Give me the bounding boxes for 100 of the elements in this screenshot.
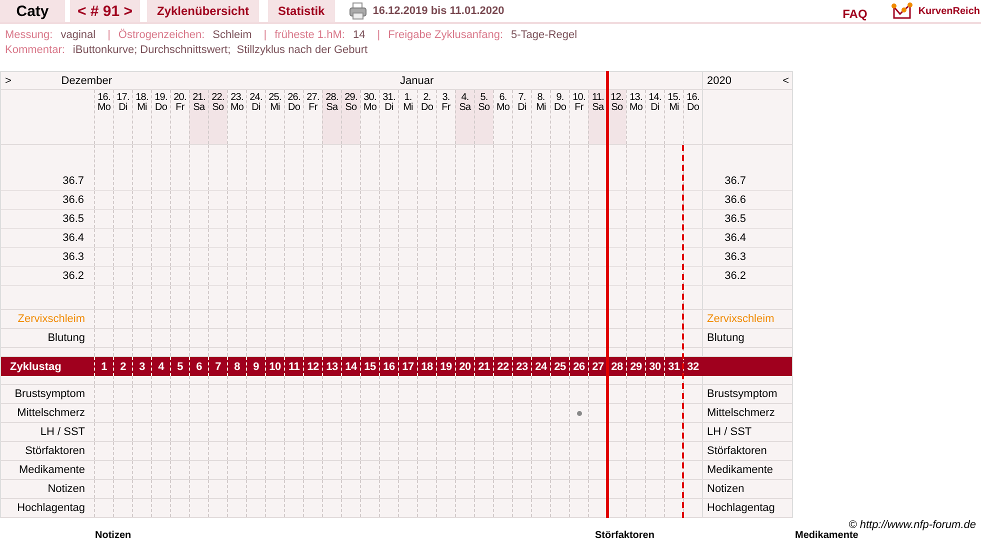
day-header-cell: 15. Mi bbox=[664, 90, 683, 144]
row-label: Medikamente bbox=[707, 464, 774, 476]
row-label: Brustsymptom bbox=[14, 388, 85, 400]
row-label: Mittelschmerz bbox=[17, 407, 85, 419]
separator: | bbox=[377, 28, 380, 43]
cycle-day-number: 28 bbox=[611, 360, 623, 372]
field-label: Östrogenzeichen: bbox=[118, 28, 205, 43]
cycle-day-number: 27 bbox=[592, 360, 604, 372]
month-label: Dezember bbox=[61, 75, 113, 87]
day-header-cell: 5. So bbox=[474, 90, 493, 144]
field-label: früheste 1.hM: bbox=[274, 28, 345, 43]
temperature-label: 36.5 bbox=[724, 213, 746, 225]
row-label: Blutung bbox=[707, 332, 744, 344]
day-header-cell: 25. Mi bbox=[265, 90, 284, 144]
row-label: Störfaktoren bbox=[25, 445, 85, 457]
cycle-day-number: 14 bbox=[345, 360, 357, 372]
cycle-day-number: 31 bbox=[668, 360, 680, 372]
cycle-day-number: 11 bbox=[288, 360, 300, 372]
cycle-day-number: 26 bbox=[573, 360, 585, 372]
cycle-day-number: 8 bbox=[234, 360, 240, 372]
cycle-day-number: 30 bbox=[649, 360, 661, 372]
cycle-day-number: 12 bbox=[307, 360, 319, 372]
separator: | bbox=[108, 28, 110, 43]
field-value: 14 bbox=[352, 28, 366, 43]
cycle-day-number: 25 bbox=[554, 360, 566, 372]
field-value: Schleim bbox=[212, 28, 252, 43]
day-header-cell: 17. Di bbox=[113, 90, 132, 144]
field-label: Freigabe Zyklusanfang: bbox=[388, 28, 504, 43]
temperature-label: 36.2 bbox=[724, 270, 746, 282]
cycle-day-number: 24 bbox=[535, 360, 547, 372]
field-label: Kommentar: bbox=[5, 43, 65, 58]
row-label: Zervixschleim bbox=[18, 313, 85, 325]
cycle-day-number: 4 bbox=[158, 360, 164, 372]
row-label: Zervixschleim bbox=[707, 313, 774, 325]
temperature-label: 36.6 bbox=[724, 194, 746, 206]
cycle-day-number: 2 bbox=[120, 360, 126, 372]
day-header-cell: 9. Do bbox=[550, 90, 569, 144]
next-arrow[interactable]: < bbox=[782, 75, 789, 87]
cycle-day-number: 10 bbox=[269, 360, 281, 372]
cycle-day-number: 13 bbox=[326, 360, 338, 372]
user-name: Caty bbox=[0, 0, 65, 22]
cycle-day-number: 29 bbox=[630, 360, 642, 372]
day-header-cell: 2. Do bbox=[417, 90, 436, 144]
faq-link[interactable]: FAQ bbox=[842, 7, 868, 21]
day-header-cell: 13. Mo bbox=[626, 90, 645, 144]
row-label: Blutung bbox=[48, 332, 85, 344]
row-label: Mittelschmerz bbox=[707, 407, 775, 419]
previous-arrow[interactable]: > bbox=[1, 75, 12, 87]
day-header-cell: 29. So bbox=[341, 90, 360, 144]
comment-text: iButtonkurve; Durchschnittswert; Stillzyklus nach der Geburt bbox=[72, 43, 368, 58]
cycle-day-label: Zyklustag bbox=[10, 360, 62, 372]
cycle-day-number: 22 bbox=[497, 360, 509, 372]
year-label: 2020 bbox=[707, 75, 732, 87]
cycle-day-number: 23 bbox=[516, 360, 528, 372]
cycle-day-number: 16 bbox=[383, 360, 395, 372]
row-label: Störfaktoren bbox=[707, 445, 767, 457]
nav-tab[interactable]: Statistik bbox=[268, 0, 335, 22]
row-label: Notizen bbox=[707, 483, 744, 495]
nav-tab[interactable]: Zyklenübersicht bbox=[147, 0, 260, 22]
temperature-label: 36.7 bbox=[62, 175, 84, 187]
day-header-cell: 30. Mo bbox=[360, 90, 379, 144]
row-label: Hochlagentag bbox=[707, 502, 775, 514]
day-header-cell: 4. Sa bbox=[455, 90, 474, 144]
section-heading: Störfaktoren bbox=[595, 530, 654, 541]
cycle-navigation[interactable]: < # 91 > bbox=[70, 0, 140, 22]
day-header-cell: 31. Di bbox=[379, 90, 398, 144]
cycle-day-number: 6 bbox=[196, 360, 202, 372]
temperature-label: 36.6 bbox=[62, 194, 84, 206]
cycle-day-number: 5 bbox=[177, 360, 183, 372]
row-label: Brustsymptom bbox=[707, 388, 778, 400]
row-label: LH / SST bbox=[40, 426, 85, 438]
day-header-cell: 21. Sa bbox=[189, 90, 208, 144]
day-header-cell: 22. So bbox=[208, 90, 227, 144]
temperature-label: 36.4 bbox=[724, 232, 746, 244]
cycle-day-number: 21 bbox=[478, 360, 490, 372]
row-label: Medikamente bbox=[18, 464, 85, 476]
day-header-cell: 6. Mo bbox=[493, 90, 512, 144]
temperature-label: 36.7 bbox=[724, 175, 746, 187]
separator: | bbox=[264, 28, 267, 43]
temperature-label: 36.4 bbox=[62, 232, 84, 244]
day-header-cell: 16. Do bbox=[683, 90, 702, 144]
month-label: Januar bbox=[399, 75, 434, 87]
day-header-cell: 18. Mi bbox=[132, 90, 151, 144]
row-label: Notizen bbox=[48, 483, 85, 495]
row-label: LH / SST bbox=[707, 426, 752, 438]
field-label: Messung: bbox=[5, 28, 53, 43]
day-header-cell: 8. Mi bbox=[531, 90, 550, 144]
field-value: 5-Tage-Regel bbox=[511, 28, 578, 43]
day-header-cell: 14. Di bbox=[645, 90, 664, 144]
day-header-cell: 11. Sa bbox=[588, 90, 607, 144]
temperature-label: 36.3 bbox=[724, 251, 746, 263]
cycle-day-number: 19 bbox=[440, 360, 452, 372]
section-heading: Medikamente bbox=[795, 530, 858, 541]
field-value: vaginal bbox=[60, 28, 96, 43]
cycle-day-number: 3 bbox=[139, 360, 145, 372]
logo-icon bbox=[891, 2, 914, 20]
printer-icon[interactable] bbox=[348, 2, 367, 20]
cycle-day-number: 9 bbox=[253, 360, 259, 372]
cycle-day-number: 1 bbox=[101, 360, 107, 372]
temperature-label: 36.2 bbox=[62, 270, 84, 282]
